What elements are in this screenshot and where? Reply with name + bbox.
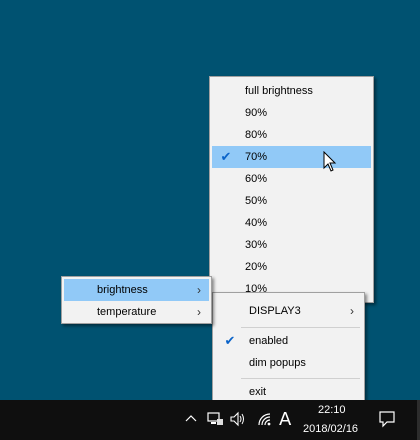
chevron-right-icon: › xyxy=(350,304,354,318)
brightness-menu: full brightness 90% 80% ✔ 70% 60% 50% 40… xyxy=(209,76,374,303)
brightness-option-label: 70% xyxy=(245,151,268,163)
brightness-option-80[interactable]: 80% xyxy=(212,124,371,146)
chevron-right-icon: › xyxy=(197,305,201,319)
display-submenu: brightness › temperature › xyxy=(61,276,212,324)
check-icon: ✔ xyxy=(224,333,236,348)
brightness-option-label: full brightness xyxy=(245,85,313,97)
clock-date[interactable]: 2018/02/16 xyxy=(303,423,358,435)
chevron-right-icon: › xyxy=(197,283,201,297)
menu-item-enabled[interactable]: ✔ enabled xyxy=(215,330,362,352)
clock-time[interactable]: 22:10 xyxy=(318,404,346,416)
brightness-option-30[interactable]: 30% xyxy=(212,234,371,256)
menu-item-display3[interactable]: DISPLAY3 › xyxy=(215,300,362,322)
menu-item-label: brightness xyxy=(97,284,148,296)
brightness-option-60[interactable]: 60% xyxy=(212,168,371,190)
brightness-option-label: 60% xyxy=(245,173,268,185)
menu-item-temperature[interactable]: temperature › xyxy=(64,301,209,323)
network-icon[interactable] xyxy=(206,411,224,427)
brightness-option-70[interactable]: ✔ 70% xyxy=(212,146,371,168)
brightness-option-label: 80% xyxy=(245,129,268,141)
chevron-up-icon[interactable] xyxy=(185,413,197,423)
brightness-option-20[interactable]: 20% xyxy=(212,256,371,278)
brightness-option-full[interactable]: full brightness xyxy=(212,80,371,102)
menu-item-label: dim popups xyxy=(249,357,306,369)
mouse-cursor-icon xyxy=(323,151,337,172)
menu-item-brightness[interactable]: brightness › xyxy=(64,279,209,301)
brightness-option-label: 90% xyxy=(245,107,268,119)
menu-separator xyxy=(241,327,360,328)
menu-item-label: enabled xyxy=(249,335,289,347)
menu-item-dim-popups[interactable]: dim popups xyxy=(215,352,362,374)
brightness-option-label: 40% xyxy=(245,217,268,229)
menu-item-label: DISPLAY3 xyxy=(249,305,301,317)
menu-separator xyxy=(241,378,360,379)
tray-context-menu: DISPLAY3 › ✔ enabled dim popups exit xyxy=(212,292,365,404)
wifi-icon[interactable] xyxy=(256,411,274,427)
brightness-option-50[interactable]: 50% xyxy=(212,190,371,212)
brightness-option-90[interactable]: 90% xyxy=(212,102,371,124)
check-icon: ✔ xyxy=(220,149,232,164)
brightness-option-label: 50% xyxy=(245,195,268,207)
volume-icon[interactable] xyxy=(229,411,247,427)
brightness-option-40[interactable]: 40% xyxy=(212,212,371,234)
brightness-option-label: 30% xyxy=(245,239,268,251)
ime-icon[interactable]: A xyxy=(279,409,291,430)
notification-icon[interactable] xyxy=(378,410,396,428)
brightness-option-label: 20% xyxy=(245,261,268,273)
menu-item-label: temperature xyxy=(97,306,157,318)
